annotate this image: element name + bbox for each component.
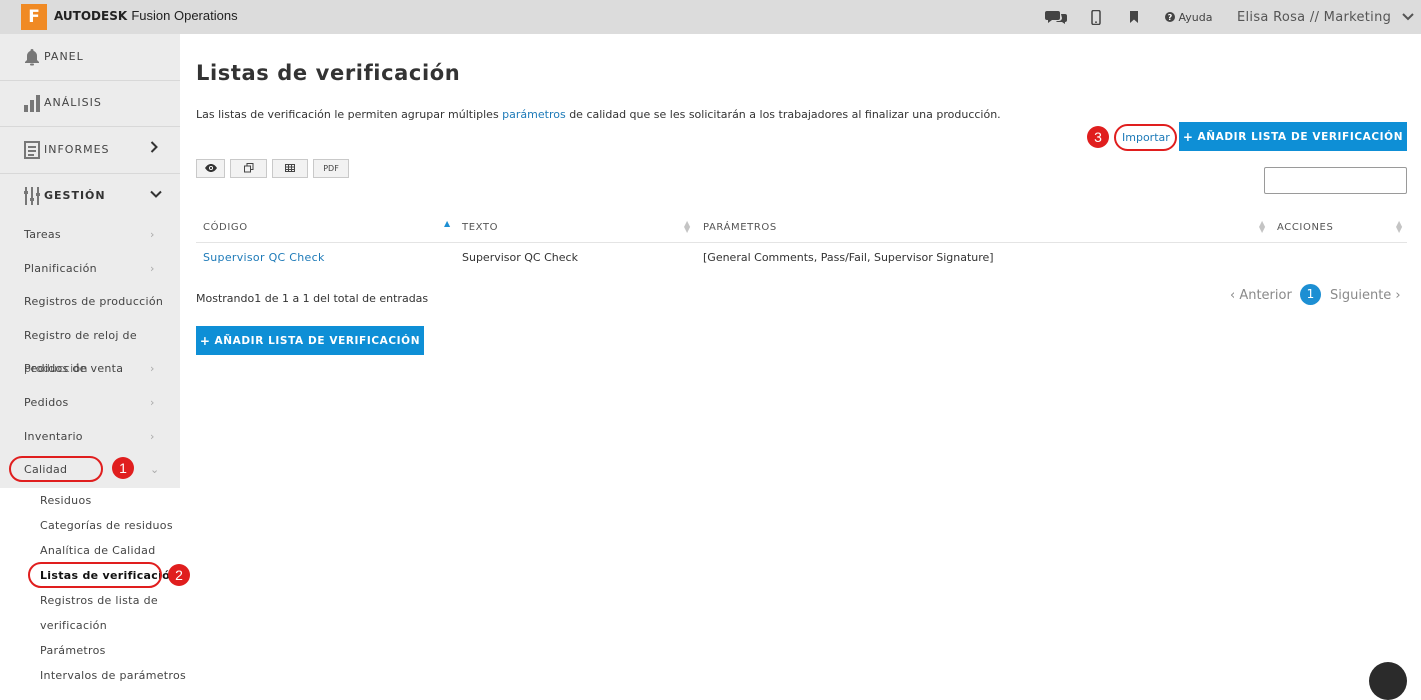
sidebar-item-analisis[interactable]: ANÁLISIS (0, 80, 180, 126)
table-cell-codigo[interactable]: Supervisor QC Check (203, 251, 325, 264)
pagination-current-page[interactable]: 1 (1300, 284, 1321, 305)
sidebar-item-registro-reloj[interactable]: Registro de reloj de (24, 329, 137, 342)
chevron-right-icon: › (150, 396, 155, 409)
add-checklist-button-bottom[interactable]: + AÑADIR LISTA DE VERIFICACIÓN (196, 326, 424, 355)
sidebar-item-pedidos-venta[interactable]: Pedidos de venta (24, 362, 123, 375)
bar-chart-icon (24, 94, 40, 112)
help-link[interactable]: ? Ayuda (1165, 11, 1212, 24)
bell-icon (24, 48, 40, 66)
mobile-icon[interactable] (1089, 6, 1103, 28)
sidebar-item-tareas[interactable]: Tareas (24, 228, 61, 241)
column-header-acciones[interactable]: ACCIONES (1277, 222, 1333, 233)
sidebar-label-gestion: GESTIÓN (44, 189, 106, 202)
document-icon (24, 141, 40, 159)
brand-autodesk: AUTODESK (54, 9, 128, 23)
brand-name: AUTODESK Fusion Operations (54, 8, 238, 23)
chevron-right-icon: › (150, 228, 155, 241)
excel-export-button[interactable] (272, 159, 308, 178)
add-checklist-label: AÑADIR LISTA DE VERIFICACIÓN (214, 334, 421, 347)
sidebar-item-panel[interactable]: PANEL (0, 34, 180, 80)
page-description: Las listas de verificación le permiten a… (196, 108, 1001, 121)
sidebar-item-informes[interactable]: INFORMES (0, 127, 180, 173)
annotation-badge-1: 1 (112, 457, 134, 479)
eye-icon (204, 163, 217, 174)
annotation-ring-calidad (9, 456, 103, 482)
table-info: Mostrando1 de 1 a 1 del total de entrada… (196, 292, 429, 305)
sidebar-label-analisis: ANÁLISIS (44, 96, 102, 109)
sidebar-subitem-residuos[interactable]: Residuos (40, 494, 92, 507)
pagination-previous[interactable]: ‹ Anterior (1230, 288, 1292, 303)
chat-widget-button[interactable] (1369, 662, 1407, 700)
column-header-texto[interactable]: TEXTO (462, 222, 498, 233)
chevron-right-icon: › (150, 362, 155, 375)
add-checklist-label: AÑADIR LISTA DE VERIFICACIÓN (1197, 130, 1404, 143)
chevron-down-icon: ⌄ (150, 463, 160, 476)
sidebar-subitem-analitica-calidad[interactable]: Analítica de Calidad (40, 544, 156, 557)
description-text-after: de calidad que se les solicitarán a los … (565, 108, 1001, 121)
sidebar-subitem-registros-lista[interactable]: Registros de lista de (40, 594, 158, 607)
copy-icon (243, 162, 254, 175)
sidebar-item-inventario[interactable]: Inventario (24, 430, 83, 443)
table-icon (285, 163, 295, 174)
chevron-right-icon: › (150, 430, 155, 443)
column-header-codigo[interactable]: CÓDIGO (203, 222, 248, 233)
annotation-badge-3: 3 (1087, 126, 1109, 148)
table-header-divider (196, 242, 1407, 243)
sidebar-label-panel: PANEL (44, 50, 84, 63)
import-link[interactable]: Importar (1122, 131, 1170, 144)
table-cell-texto: Supervisor QC Check (462, 251, 578, 264)
top-bar: F AUTODESK Fusion Operations ? Ayuda Eli… (0, 0, 1421, 34)
bookmark-icon[interactable] (1127, 6, 1141, 28)
sliders-icon (24, 187, 40, 205)
chevron-down-icon (150, 187, 162, 201)
sidebar-item-gestion[interactable]: GESTIÓN (0, 173, 180, 219)
plus-icon: + (1182, 129, 1194, 144)
sidebar-subitem-registros-lista-cont[interactable]: verificación (40, 619, 107, 632)
sidebar: PANEL ANÁLISIS INFORMES GESTIÓN Tareas ›… (0, 34, 186, 686)
toggle-columns-button[interactable] (196, 159, 225, 178)
sort-icon: ▲ ▼ (684, 219, 691, 234)
parametros-link[interactable]: parámetros (502, 108, 566, 121)
sort-asc-icon: ▲ (444, 219, 451, 228)
help-circle-icon: ? (1165, 11, 1179, 24)
annotation-badge-2: 2 (168, 564, 190, 586)
annotation-ring-listas (28, 562, 162, 588)
page-title: Listas de verificación (196, 61, 461, 85)
sidebar-item-planificacion[interactable]: Planificación (24, 262, 97, 275)
chat-icon[interactable] (1044, 6, 1068, 28)
plus-icon: + (199, 333, 211, 348)
user-label: Elisa Rosa // Marketing (1237, 10, 1392, 25)
sidebar-item-pedidos[interactable]: Pedidos (24, 396, 69, 409)
sidebar-subitem-intervalos[interactable]: Intervalos de parámetros (40, 669, 186, 682)
search-input[interactable] (1264, 167, 1407, 194)
sidebar-label-informes: INFORMES (44, 143, 110, 156)
add-checklist-button-top[interactable]: + AÑADIR LISTA DE VERIFICACIÓN (1179, 122, 1407, 151)
sidebar-item-registros-produccion[interactable]: Registros de producción (24, 295, 163, 308)
brand-app-name: Fusion Operations (131, 8, 238, 23)
sort-icon: ▲ ▼ (1259, 219, 1266, 234)
sort-icon: ▲ ▼ (1396, 219, 1403, 234)
description-text-before: Las listas de verificación le permiten a… (196, 108, 503, 121)
chevron-down-icon (1396, 10, 1414, 25)
pdf-export-button[interactable]: PDF (313, 159, 349, 178)
help-label: Ayuda (1178, 11, 1213, 24)
user-menu[interactable]: Elisa Rosa // Marketing (1237, 10, 1414, 25)
column-header-parametros[interactable]: PARÁMETROS (703, 222, 777, 233)
fusion-logo[interactable]: F (21, 4, 47, 30)
pagination-next[interactable]: Siguiente › (1330, 288, 1401, 303)
svg-text:?: ? (1168, 13, 1173, 22)
sidebar-subitem-categorias-residuos[interactable]: Categorías de residuos (40, 519, 173, 532)
sidebar-subitem-parametros[interactable]: Parámetros (40, 644, 106, 657)
chevron-right-icon: › (150, 262, 155, 275)
copy-button[interactable] (230, 159, 267, 178)
chevron-right-icon (150, 141, 158, 156)
table-cell-parametros: [General Comments, Pass/Fail, Supervisor… (703, 251, 994, 264)
